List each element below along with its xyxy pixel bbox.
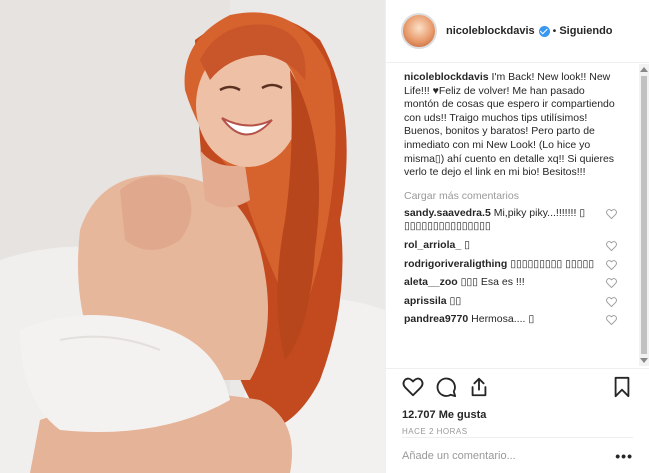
verified-badge-icon	[538, 25, 550, 37]
caption-text: I'm Back! New look!! New Life!!! ♥Feliz …	[404, 71, 615, 179]
action-icons	[402, 374, 633, 400]
comment-icon[interactable]	[435, 376, 457, 398]
following-button[interactable]: Siguiendo	[559, 25, 612, 37]
add-comment-bar: •••	[402, 437, 633, 473]
post-sidebar: nicoleblockdavis • Siguiendo nicoleblock…	[385, 0, 649, 473]
comment-item: pandrea9770 Hermosa.... ▯	[404, 313, 617, 327]
likes-count[interactable]: 12.707 Me gusta	[402, 409, 633, 421]
comment-text: ▯▯	[449, 294, 462, 307]
comment-like-icon[interactable]	[606, 208, 617, 219]
caption-username[interactable]: nicoleblockdavis	[404, 71, 489, 83]
comment-username[interactable]: rol_arriola_	[404, 239, 461, 251]
comment-like-icon[interactable]	[606, 259, 617, 270]
comment-username[interactable]: pandrea9770	[404, 313, 468, 325]
comment-item: aprissila ▯▯	[404, 294, 617, 309]
comment-username[interactable]: aleta__zoo	[404, 276, 458, 288]
comments-list[interactable]: nicoleblockdavis I'm Back! New look!! Ne…	[386, 64, 639, 366]
comment-like-icon[interactable]	[606, 296, 617, 307]
load-more-comments[interactable]: Cargar más comentarios	[404, 190, 621, 202]
more-options-button[interactable]: •••	[615, 448, 633, 464]
comment-item: rol_arriola_ ▯	[404, 238, 617, 253]
avatar[interactable]	[401, 13, 437, 49]
post-header: nicoleblockdavis • Siguiendo	[386, 0, 649, 63]
comments-scrollbar[interactable]	[639, 64, 649, 366]
comment-text: Hermosa.... ▯	[471, 313, 535, 326]
comment-item: aleta__zoo ▯▯▯ Esa es !!!	[404, 276, 617, 290]
post-timestamp: HACE 2 HORAS	[402, 427, 468, 436]
comment-text: ▯	[464, 238, 470, 251]
post-photo-illustration	[0, 0, 385, 473]
heart-icon[interactable]	[402, 376, 424, 398]
comment-text: ▯▯▯ Esa es !!!	[460, 276, 525, 289]
comment-username[interactable]: rodrigoriveraligthing	[404, 258, 507, 270]
comment-item: rodrigoriveraligthing ▯▯▯▯▯▯▯▯▯ ▯▯▯▯▯	[404, 257, 617, 272]
post-photo[interactable]	[0, 0, 385, 473]
scroll-down-arrow-icon[interactable]	[640, 358, 648, 363]
share-icon[interactable]	[468, 376, 490, 398]
comment-like-icon[interactable]	[606, 241, 617, 251]
comment-like-icon[interactable]	[606, 278, 617, 289]
header-username[interactable]: nicoleblockdavis	[446, 25, 535, 37]
scroll-up-arrow-icon[interactable]	[640, 67, 648, 72]
comment-input[interactable]	[402, 449, 616, 462]
post-actions: 12.707 Me gusta HACE 2 HORAS	[386, 368, 649, 438]
comment-text: ▯▯▯▯▯▯▯▯▯ ▯▯▯▯▯	[510, 257, 594, 270]
instagram-post: nicoleblockdavis • Siguiendo nicoleblock…	[0, 0, 649, 473]
comment-username[interactable]: sandy.saavedra.5	[404, 207, 491, 219]
post-caption: nicoleblockdavis I'm Back! New look!! Ne…	[404, 71, 620, 180]
comment-like-icon[interactable]	[606, 315, 617, 326]
comment-username[interactable]: aprissila	[404, 295, 447, 307]
comment-item: sandy.saavedra.5 Mi,piky piky...!!!!!!! …	[404, 207, 617, 234]
header-separator: •	[552, 25, 557, 37]
scrollbar-thumb[interactable]	[641, 76, 647, 354]
bookmark-icon[interactable]	[611, 376, 633, 398]
